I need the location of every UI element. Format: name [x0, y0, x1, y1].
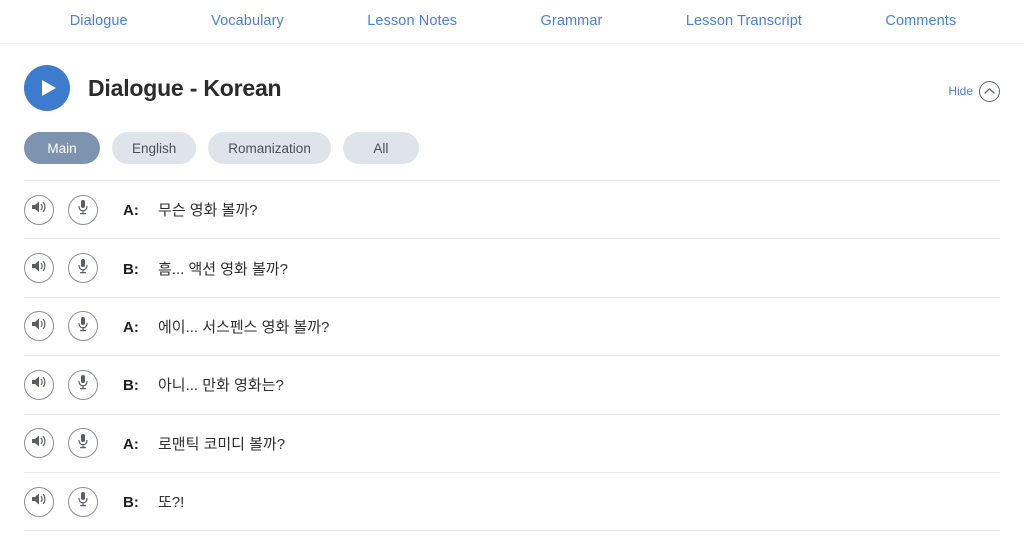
dialogue-line-text: A: 로맨틱 코미디 볼까?: [123, 433, 285, 454]
filter-pill-romanization[interactable]: Romanization: [208, 132, 331, 164]
tab-grammar[interactable]: Grammar: [541, 14, 603, 29]
dialogue-line-list: A: 무슨 영화 볼까? B: 흠... 액션 영화 볼까? A: 에이... 서스펜…: [24, 180, 1000, 532]
play-line-audio-button[interactable]: [24, 428, 54, 459]
dialogue-line-text: B: 또?!: [123, 491, 184, 512]
dialogue-speaker-label: A:: [123, 202, 139, 220]
dialogue-row: B: 또?!: [24, 473, 1000, 532]
microphone-icon: [77, 433, 89, 454]
hide-label: Hide: [948, 84, 973, 98]
dialogue-row: B: 아니... 만화 영화는?: [24, 356, 1000, 415]
dialogue-speaker-label: B:: [123, 494, 139, 512]
dialogue-row: A: 로맨틱 코미디 볼까?: [24, 415, 1000, 473]
record-line-button[interactable]: [68, 194, 98, 225]
play-line-audio-button[interactable]: [24, 369, 54, 400]
dialogue-speaker-label: B:: [123, 377, 139, 395]
dialogue-utterance: 흠... 액션 영화 볼까?: [158, 260, 288, 278]
play-line-audio-button[interactable]: [24, 486, 54, 517]
dialogue-utterance: 에이... 서스펜스 영화 볼까?: [158, 318, 330, 336]
dialogue-line-text: B: 흠... 액션 영화 볼까?: [123, 258, 288, 279]
speaker-icon: [31, 375, 47, 394]
tab-lesson-notes[interactable]: Lesson Notes: [367, 14, 457, 29]
chevron-up-icon: [979, 80, 1000, 102]
record-line-button[interactable]: [68, 486, 98, 517]
microphone-icon: [77, 491, 89, 512]
play-line-audio-button[interactable]: [24, 253, 54, 284]
microphone-icon: [77, 316, 89, 337]
dialogue-speaker-label: B:: [123, 260, 139, 278]
record-line-button[interactable]: [68, 369, 98, 400]
speaker-icon: [31, 259, 47, 278]
primary-navigation: Dialogue Vocabulary Lesson Notes Grammar…: [0, 0, 1024, 44]
dialogue-line-text: B: 아니... 만화 영화는?: [123, 374, 284, 395]
filter-pill-english[interactable]: English: [112, 132, 197, 164]
speaker-icon: [31, 434, 47, 453]
dialogue-utterance: 또?!: [158, 494, 185, 512]
dialogue-row: A: 무슨 영화 볼까?: [24, 181, 1000, 240]
page-title: Dialogue - Korean: [88, 74, 282, 101]
play-line-audio-button[interactable]: [24, 311, 54, 342]
tab-lesson-transcript[interactable]: Lesson Transcript: [686, 14, 802, 29]
dialogue-row: A: 에이... 서스펜스 영화 볼까?: [24, 298, 1000, 357]
tab-comments[interactable]: Comments: [885, 14, 956, 29]
filter-pill-all[interactable]: All: [342, 132, 419, 164]
dialogue-speaker-label: A:: [123, 435, 139, 453]
record-line-button[interactable]: [68, 311, 98, 342]
dialogue-speaker-label: A:: [123, 318, 139, 336]
section-header: Dialogue - Korean Hide: [0, 44, 1024, 111]
tab-vocabulary[interactable]: Vocabulary: [211, 14, 284, 29]
microphone-icon: [77, 199, 89, 220]
dialogue-line-text: A: 무슨 영화 볼까?: [123, 199, 257, 220]
play-icon: [42, 80, 56, 96]
tab-dialogue[interactable]: Dialogue: [70, 14, 128, 29]
record-line-button[interactable]: [68, 253, 98, 284]
microphone-icon: [77, 258, 89, 279]
speaker-icon: [31, 492, 47, 511]
dialogue-utterance: 무슨 영화 볼까?: [158, 202, 258, 220]
speaker-icon: [31, 317, 47, 336]
microphone-icon: [77, 374, 89, 395]
dialogue-utterance: 아니... 만화 영화는?: [158, 377, 284, 395]
display-filter-group: Main English Romanization All: [0, 110, 1024, 164]
dialogue-row: B: 흠... 액션 영화 볼까?: [24, 239, 1000, 298]
dialogue-utterance: 로맨틱 코미디 볼까?: [158, 435, 286, 453]
play-button[interactable]: [24, 65, 70, 111]
filter-pill-main[interactable]: Main: [24, 132, 100, 164]
play-line-audio-button[interactable]: [24, 194, 54, 225]
nav-tab-list: Dialogue Vocabulary Lesson Notes Grammar…: [0, 14, 1008, 29]
record-line-button[interactable]: [68, 428, 98, 459]
speaker-icon: [31, 200, 47, 219]
hide-toggle[interactable]: Hide: [948, 80, 1000, 102]
dialogue-line-text: A: 에이... 서스펜스 영화 볼까?: [123, 316, 329, 337]
